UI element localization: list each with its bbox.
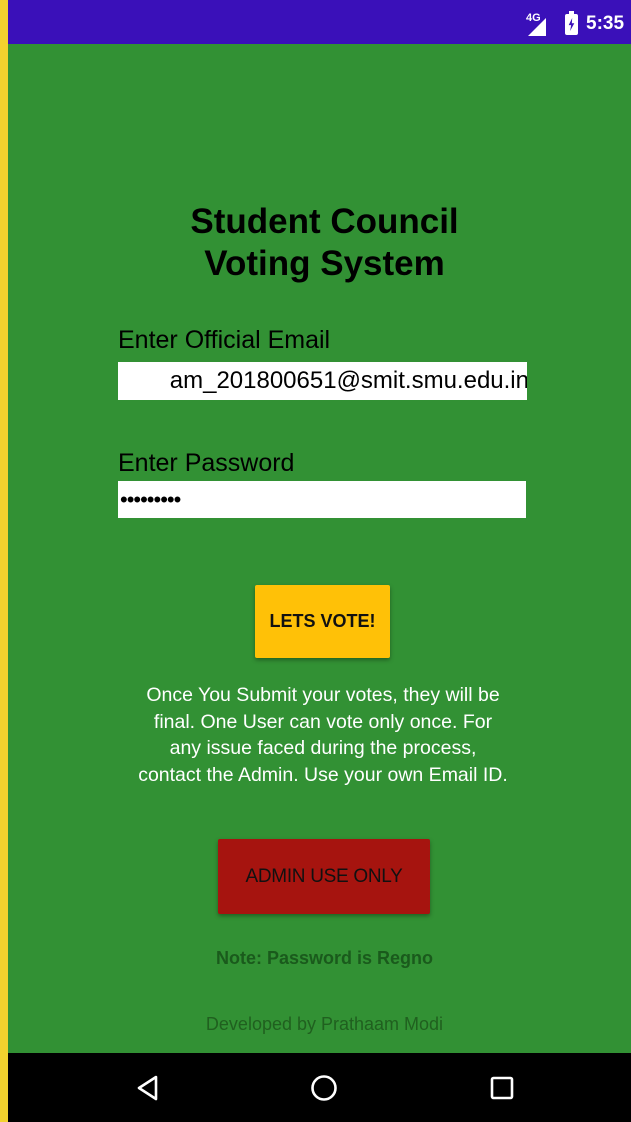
- password-field-value: •••••••••: [120, 487, 181, 512]
- developer-credit: Developed by Prathaam Modi: [205, 1014, 444, 1034]
- signal-icon: [528, 18, 546, 36]
- password-field[interactable]: •••••••••: [118, 481, 526, 518]
- login-screen: Student Council Voting System Enter Offi…: [8, 44, 631, 1053]
- status-time: 5:35: [586, 13, 625, 34]
- home-icon: [311, 1075, 337, 1101]
- status-bar: 4G 5:35: [8, 0, 631, 44]
- battery-charging-icon: [565, 11, 578, 35]
- app-title-line-1: Student Council: [190, 202, 459, 241]
- home-button[interactable]: [304, 1068, 344, 1108]
- recent-apps-button[interactable]: [482, 1068, 522, 1108]
- email-field[interactable]: am_201800651@smit.smu.edu.in: [118, 362, 527, 400]
- app-title: Student Council Voting System: [8, 201, 631, 285]
- back-icon: [137, 1075, 158, 1101]
- password-label: Enter Password: [118, 449, 295, 477]
- email-field-value: am_201800651@smit.smu.edu.in: [169, 367, 527, 394]
- lets-vote-button[interactable]: LETS VOTE!: [255, 585, 390, 658]
- email-label: Enter Official Email: [118, 326, 331, 354]
- navigation-bar: [8, 1053, 631, 1122]
- password-note: Note: Password is Regno: [215, 948, 434, 968]
- voting-instructions: Once You Submit your votes, they will be…: [138, 684, 508, 786]
- admin-use-only-button[interactable]: ADMIN USE ONLY: [218, 839, 430, 914]
- app-title-line-2: Voting System: [204, 244, 445, 283]
- back-button[interactable]: [128, 1068, 168, 1108]
- device-screen: 4G 5:35 Student Council Voting System En…: [8, 0, 631, 1122]
- recent-apps-icon: [490, 1076, 514, 1100]
